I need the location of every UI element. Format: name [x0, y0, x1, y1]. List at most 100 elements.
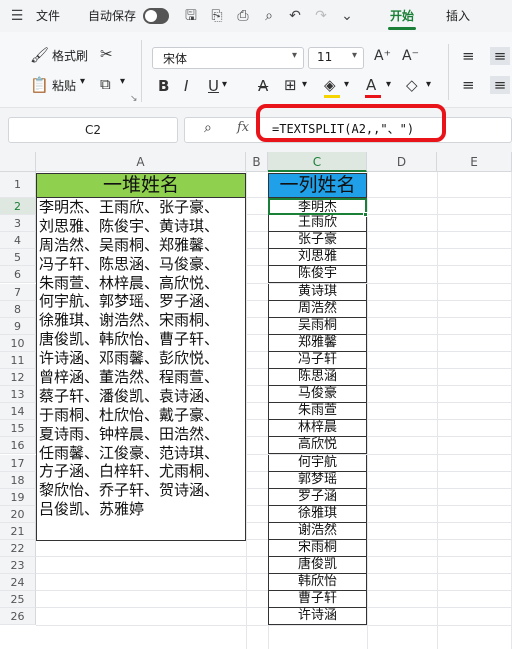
cell-c18[interactable]: 郭梦瑶: [268, 471, 367, 489]
font-size-select[interactable]: 11 ▾: [308, 47, 364, 69]
more-chevron-icon[interactable]: ⌄: [338, 7, 356, 25]
column-header-d[interactable]: D: [367, 152, 437, 172]
cell-c11[interactable]: 冯子轩: [268, 351, 367, 369]
cut-icon[interactable]: ✂: [100, 45, 113, 63]
row-header-5[interactable]: 5: [0, 249, 36, 267]
clipboard-launcher-icon[interactable]: ↘: [130, 94, 138, 104]
cell-c9[interactable]: 吴雨桐: [268, 317, 367, 335]
row-header-17[interactable]: 17: [0, 454, 36, 472]
cell-c22[interactable]: 宋雨桐: [268, 540, 367, 558]
select-all-corner[interactable]: [0, 152, 36, 172]
copy-chevron-icon[interactable]: ▾: [120, 76, 125, 87]
row-header-23[interactable]: 23: [0, 557, 36, 575]
cell-c26[interactable]: 许诗涵: [268, 608, 367, 626]
row-header-18[interactable]: 18: [0, 471, 36, 489]
save-icon[interactable]: 🖫: [182, 7, 200, 25]
align-center-icon[interactable]: ≡: [490, 76, 510, 94]
underline-button[interactable]: U: [208, 77, 219, 95]
row-header-4[interactable]: 4: [0, 232, 36, 250]
tab-insert[interactable]: 插入: [442, 0, 474, 32]
cell-c16[interactable]: 高欣悦: [268, 437, 367, 455]
align-left-icon[interactable]: ≡: [462, 76, 475, 94]
name-box[interactable]: C2: [8, 117, 178, 143]
cell-c8[interactable]: 周浩然: [268, 300, 367, 318]
hamburger-menu-icon[interactable]: ☰: [8, 7, 26, 25]
cell-c25[interactable]: 曹子轩: [268, 591, 367, 609]
row-header-13[interactable]: 13: [0, 386, 36, 404]
row-header-22[interactable]: 22: [0, 540, 36, 558]
paste-button[interactable]: 粘贴: [52, 77, 76, 94]
grow-font-icon[interactable]: A⁺: [374, 48, 391, 64]
cell-c14[interactable]: 朱雨萱: [268, 403, 367, 421]
print-preview-icon[interactable]: ⌕: [260, 7, 278, 25]
paste-chevron-icon[interactable]: ▾: [80, 76, 85, 87]
format-painter-button[interactable]: 格式刷: [52, 47, 88, 64]
row-header-3[interactable]: 3: [0, 215, 36, 233]
clear-format-icon[interactable]: ◇: [406, 76, 418, 94]
export-icon[interactable]: ⎘: [208, 7, 226, 25]
cell-c10[interactable]: 郑雅馨: [268, 334, 367, 352]
file-menu[interactable]: 文件: [36, 0, 60, 32]
column-header-b[interactable]: B: [246, 152, 268, 172]
fill-color-chevron-icon[interactable]: ▾: [344, 79, 349, 90]
cell-c21[interactable]: 谢浩然: [268, 522, 367, 540]
row-header-14[interactable]: 14: [0, 403, 36, 421]
cell-c20[interactable]: 徐雅琪: [268, 505, 367, 523]
row-header-19[interactable]: 19: [0, 488, 36, 506]
row-header-7[interactable]: 7: [0, 283, 36, 301]
cell-a2[interactable]: 李明杰、王雨欣、张子豪、 刘思雅、陈俊宇、黄诗琪、 周浩然、吴雨桐、郑雅馨、 冯子轩、…: [36, 198, 246, 541]
row-header-9[interactable]: 9: [0, 317, 36, 335]
cell-c17[interactable]: 何宇航: [268, 454, 367, 472]
clear-format-chevron-icon[interactable]: ▾: [426, 79, 431, 90]
cell-a1[interactable]: 一堆姓名: [36, 173, 246, 198]
row-header-10[interactable]: 10: [0, 334, 36, 352]
print-icon[interactable]: ⎙: [234, 7, 252, 25]
row-header-20[interactable]: 20: [0, 505, 36, 523]
fill-handle[interactable]: [363, 212, 368, 217]
cell-c4[interactable]: 张子豪: [268, 232, 367, 250]
cell-c13[interactable]: 马俊豪: [268, 386, 367, 404]
row-header-8[interactable]: 8: [0, 300, 36, 318]
shrink-font-icon[interactable]: A⁻: [402, 48, 419, 64]
redo-icon[interactable]: ↷: [312, 7, 330, 25]
font-color-icon[interactable]: A: [366, 76, 376, 94]
cell-c15[interactable]: 林梓晨: [268, 420, 367, 438]
align-middle-icon[interactable]: ≡: [490, 47, 510, 65]
cell-c2[interactable]: 李明杰: [268, 198, 367, 216]
fill-color-icon[interactable]: ◈: [324, 76, 336, 94]
border-icon[interactable]: ⊞: [284, 76, 297, 94]
row-header-15[interactable]: 15: [0, 420, 36, 438]
cell-c3[interactable]: 王雨欣: [268, 215, 367, 233]
border-chevron-icon[interactable]: ▾: [302, 79, 307, 90]
cell-c6[interactable]: 陈俊宇: [268, 266, 367, 284]
column-header-a[interactable]: A: [36, 152, 246, 172]
row-header-21[interactable]: 21: [0, 522, 36, 540]
copy-icon[interactable]: ⧉: [100, 75, 111, 93]
row-header-6[interactable]: 6: [0, 266, 36, 284]
row-header-16[interactable]: 16: [0, 437, 36, 455]
cell-c24[interactable]: 韩欣怡: [268, 574, 367, 592]
row-header-26[interactable]: 26: [0, 608, 36, 626]
cell-c7[interactable]: 黄诗琪: [268, 283, 367, 301]
tab-home[interactable]: 开始: [386, 0, 418, 32]
font-color-chevron-icon[interactable]: ▾: [386, 79, 391, 90]
bold-button[interactable]: B: [158, 77, 169, 95]
underline-chevron-icon[interactable]: ▾: [222, 79, 227, 90]
row-header-1[interactable]: 1: [0, 172, 36, 198]
undo-icon[interactable]: ↶: [286, 7, 304, 25]
cell-c23[interactable]: 唐俊凯: [268, 557, 367, 575]
row-header-11[interactable]: 11: [0, 351, 36, 369]
row-header-2[interactable]: 2: [0, 198, 36, 216]
fx-icon[interactable]: fx: [237, 120, 249, 135]
cell-c5[interactable]: 刘思雅: [268, 249, 367, 267]
font-name-select[interactable]: 宋体 ▾: [152, 47, 304, 69]
cell-c19[interactable]: 罗子涵: [268, 488, 367, 506]
row-header-24[interactable]: 24: [0, 574, 36, 592]
column-header-e[interactable]: E: [437, 152, 512, 172]
row-header-25[interactable]: 25: [0, 591, 36, 609]
strikethrough-button[interactable]: A: [258, 77, 268, 95]
zoom-search-icon[interactable]: ⌕: [204, 120, 212, 136]
row-header-12[interactable]: 12: [0, 369, 36, 387]
align-top-icon[interactable]: ≡: [462, 47, 475, 65]
cell-c12[interactable]: 陈思涵: [268, 369, 367, 387]
